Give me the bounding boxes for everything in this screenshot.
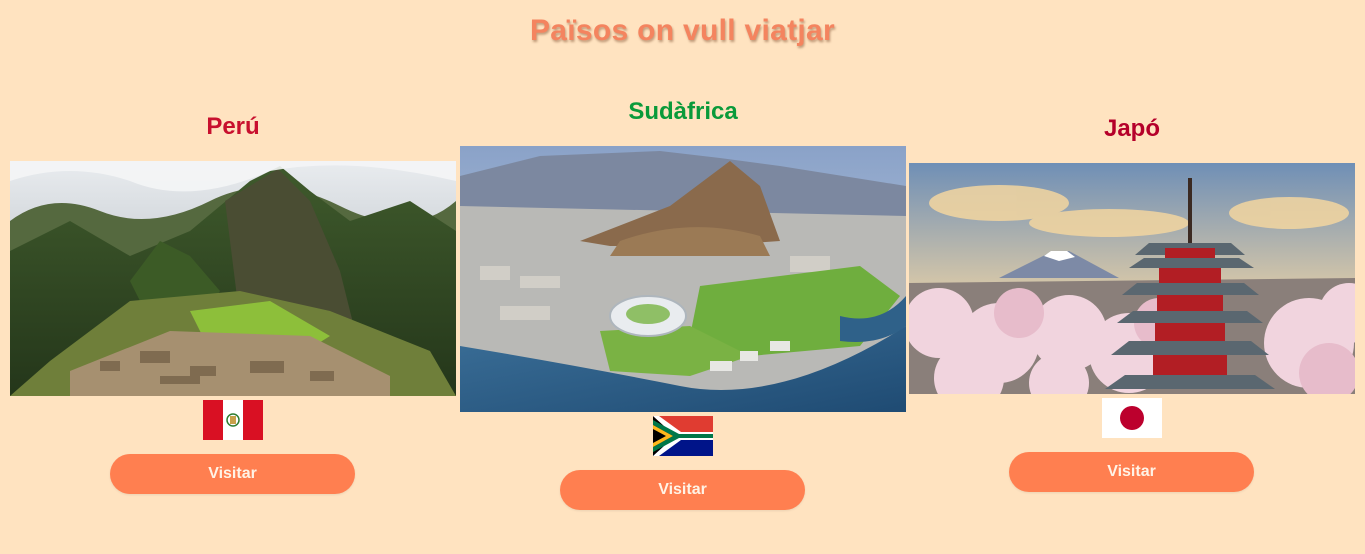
country-name: Sudàfrica [628,98,738,125]
pagoda-mount-fuji-photo [909,163,1355,394]
peru-flag-icon [203,400,263,440]
country-card-south-africa: Sudàfrica Visitar [460,0,906,554]
country-card-peru: Perú Visitar [10,0,456,554]
cape-town-photo [460,146,906,412]
south-africa-flag-icon [653,416,713,456]
machu-picchu-photo [10,161,456,396]
japan-flag-icon [1102,398,1162,438]
visit-button[interactable]: Visitar [560,470,805,510]
visit-button[interactable]: Visitar [110,454,355,494]
country-name: Japó [1103,115,1160,142]
country-card-japan: Japó Visitar [909,0,1355,554]
country-name: Perú [206,113,260,140]
visit-button[interactable]: Visitar [1009,452,1254,492]
